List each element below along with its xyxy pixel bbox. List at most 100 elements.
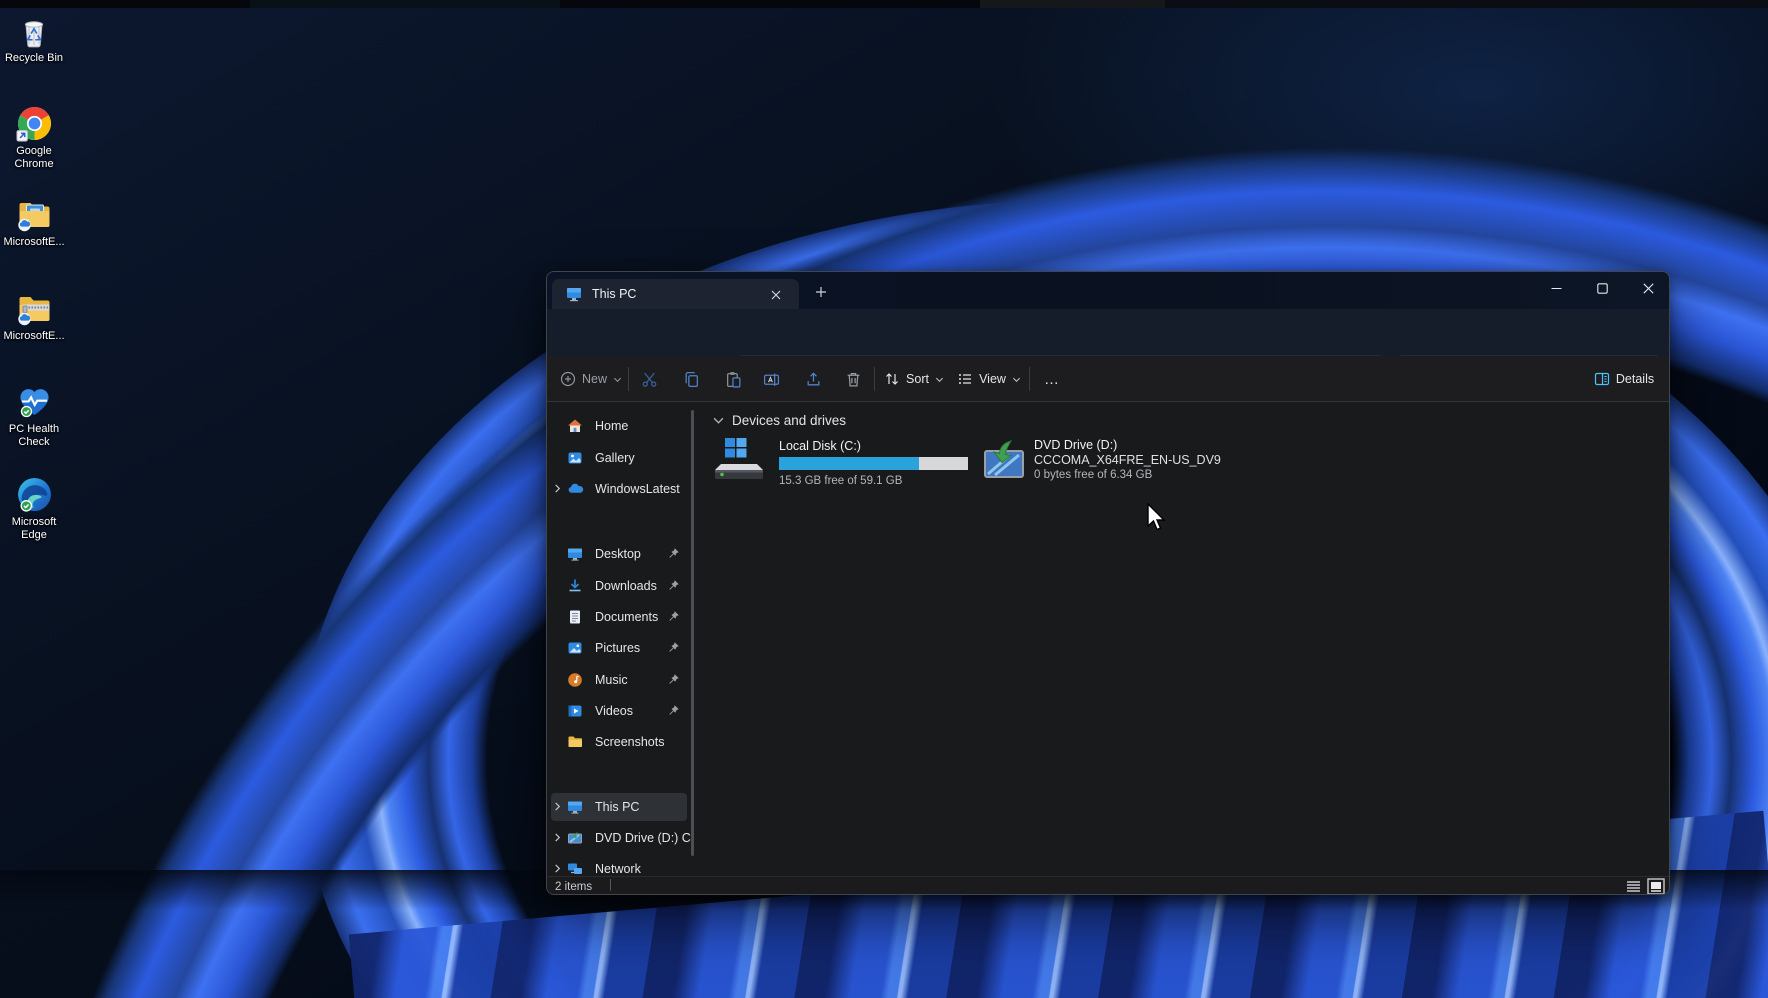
hard-drive-icon — [711, 436, 767, 482]
drive-volume-label: CCCOMA_X64FRE_EN-US_DV9 — [1034, 453, 1221, 467]
sidebar-item-documents[interactable]: Documents — [547, 603, 691, 631]
chevron-right-icon[interactable] — [547, 480, 567, 498]
drive-tile-local-disk-c[interactable]: Local Disk (C:) 15.3 GB free of 59.1 GB — [709, 434, 985, 492]
command-toolbar: New — [547, 356, 1669, 402]
large-icons-view-toggle[interactable] — [1647, 878, 1665, 895]
downloads-icon — [567, 578, 589, 594]
desktop-icon-pc-health-check[interactable]: PC Health Check — [1, 384, 67, 448]
close-button[interactable] — [1625, 272, 1670, 305]
home-icon — [567, 418, 589, 434]
dvd-icon — [567, 830, 589, 846]
synced-folder-icon — [16, 197, 53, 233]
sidebar-item-videos[interactable]: Videos — [547, 697, 691, 725]
onedrive-icon — [567, 481, 589, 498]
documents-icon — [567, 609, 589, 625]
desktop-icon-label: Recycle Bin — [1, 52, 67, 65]
videos-icon — [567, 703, 589, 719]
gallery-icon — [567, 450, 589, 466]
drive-free-space: 15.3 GB free of 59.1 GB — [779, 475, 902, 487]
tab-close-button[interactable] — [764, 285, 788, 304]
desktop-icon-microsoft-edge[interactable]: Microsoft Edge — [1, 476, 67, 541]
details-view-toggle[interactable] — [1625, 879, 1642, 894]
pin-icon — [667, 673, 680, 691]
this-pc-icon — [567, 799, 589, 815]
status-bar: 2 items | — [547, 876, 1669, 895]
desktop-icon-label: Microsoft Edge — [1, 516, 67, 541]
details-button[interactable]: Details — [1582, 363, 1666, 395]
pin-icon — [667, 704, 680, 722]
details-pane-icon — [1594, 371, 1610, 387]
toolbar-separator — [874, 367, 875, 391]
pin-icon — [667, 610, 680, 628]
minimize-icon — [1551, 283, 1562, 294]
file-explorer-window: This PC — [546, 271, 1670, 895]
view-button[interactable]: View — [952, 363, 1026, 395]
pin-icon — [667, 547, 680, 565]
desktop-icon-google-chrome[interactable]: Google Chrome — [1, 105, 67, 170]
view-label: View — [979, 372, 1006, 386]
share-icon — [805, 371, 822, 388]
delete-button[interactable] — [837, 363, 869, 395]
plus-icon — [815, 286, 827, 298]
sidebar-item-music[interactable]: Music — [547, 666, 691, 694]
sidebar-item-home[interactable]: Home — [547, 412, 691, 440]
chevron-down-icon — [613, 375, 622, 384]
recycle-bin-icon — [16, 13, 52, 49]
rename-button[interactable] — [755, 363, 787, 395]
desktop-icon-microsoft-folder-2[interactable]: MicrosoftE... — [1, 291, 67, 343]
paste-icon — [725, 371, 742, 388]
drive-free-space: 0 bytes free of 6.34 GB — [1034, 469, 1152, 481]
sidebar-item-pictures[interactable]: Pictures — [547, 634, 691, 662]
plus-circle-icon — [560, 371, 576, 387]
zipped-folder-icon — [16, 291, 53, 327]
sidebar-item-dvd-drive[interactable]: DVD Drive (D:) C — [547, 824, 691, 852]
more-options-button[interactable]: … — [1035, 363, 1069, 395]
items-count: 2 items — [555, 881, 592, 893]
navigation-bar: This PC — [547, 309, 1669, 356]
toolbar-separator — [628, 367, 629, 391]
desktop-icon-recycle-bin[interactable]: Recycle Bin — [1, 13, 67, 65]
sort-button[interactable]: Sort — [881, 363, 947, 395]
sidebar-item-this-pc[interactable]: This PC — [547, 793, 691, 821]
folder-icon — [567, 734, 589, 750]
minimize-button[interactable] — [1533, 272, 1579, 305]
section-header-devices-and-drives[interactable]: Devices and drives — [713, 413, 846, 428]
chevron-right-icon[interactable] — [547, 798, 567, 816]
list-view-icon — [1625, 879, 1642, 894]
desktop: Recycle Bin Google Chrome MicrosoftE... — [0, 0, 1768, 998]
desktop-icon-label: Google Chrome — [1, 145, 67, 170]
desktop-icon-microsoft-folder-1[interactable]: MicrosoftE... — [1, 197, 67, 249]
sidebar-item-screenshots[interactable]: Screenshots — [547, 728, 691, 756]
sidebar-scrollbar[interactable] — [691, 410, 694, 856]
edge-icon — [16, 476, 53, 513]
this-pc-icon — [566, 286, 582, 302]
sort-label: Sort — [906, 372, 929, 386]
new-tab-button[interactable] — [809, 281, 833, 303]
desktop-icon-label: MicrosoftE... — [1, 236, 67, 249]
pin-icon — [667, 641, 680, 659]
disk-usage-fill — [779, 457, 919, 470]
desktop-icon-label: PC Health Check — [1, 423, 67, 448]
pictures-icon — [567, 640, 589, 656]
cut-button[interactable] — [633, 363, 665, 395]
maximize-button[interactable] — [1579, 272, 1625, 305]
network-icon — [567, 861, 589, 877]
new-button[interactable]: New — [553, 363, 629, 395]
copy-button[interactable] — [675, 363, 707, 395]
large-icons-view-icon — [1647, 878, 1665, 895]
drive-tile-dvd-d[interactable]: DVD Drive (D:) CCCOMA_X64FRE_EN-US_DV9 0… — [979, 434, 1229, 492]
rename-icon — [763, 371, 780, 388]
status-separator: | — [609, 879, 612, 891]
chevron-down-icon — [935, 375, 944, 384]
chevron-right-icon[interactable] — [547, 829, 567, 847]
sidebar-item-desktop[interactable]: Desktop — [547, 540, 691, 568]
mouse-cursor — [1146, 503, 1168, 533]
tab-this-pc[interactable]: This PC — [552, 279, 799, 309]
share-button[interactable] — [797, 363, 829, 395]
paste-button[interactable] — [717, 363, 749, 395]
tab-title: This PC — [592, 287, 636, 301]
tab-strip: This PC — [547, 272, 1669, 309]
sidebar-item-downloads[interactable]: Downloads — [547, 572, 691, 600]
sidebar-item-gallery[interactable]: Gallery — [547, 444, 691, 472]
sidebar-item-windowslatest[interactable]: WindowsLatest — [547, 475, 691, 503]
